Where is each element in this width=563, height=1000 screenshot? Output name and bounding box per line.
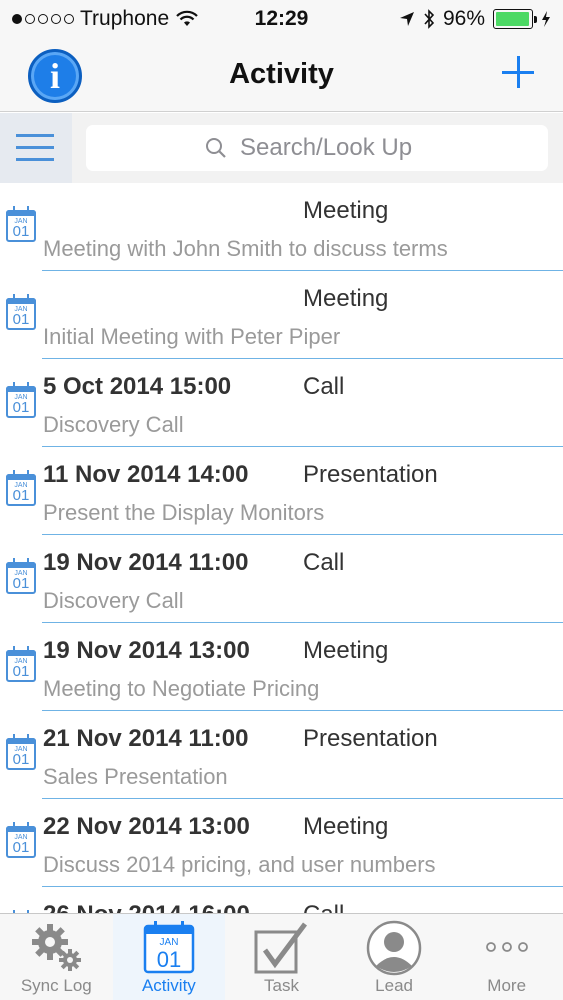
activity-date: 19 Nov 2014 11:00 bbox=[43, 549, 249, 576]
calendar-icon: JAN 01 bbox=[6, 822, 36, 858]
tab-label: Sync Log bbox=[20, 976, 92, 995]
activity-description: Initial Meeting with Peter Piper bbox=[43, 324, 341, 349]
navigation-bar: i Activity bbox=[0, 40, 563, 112]
search-icon bbox=[206, 138, 226, 158]
more-dots-icon bbox=[485, 942, 528, 952]
list-item[interactable]: JAN 01 19 Nov 2014 13:00 Meeting Meeting … bbox=[0, 623, 563, 711]
calendar-icon: JAN 01 bbox=[6, 470, 36, 506]
list-item[interactable]: JAN 01 11 Nov 2014 14:00 Presentation Pre… bbox=[0, 447, 563, 535]
list-item[interactable]: JAN 01 21 Nov 2014 11:00 Presentation Sal… bbox=[0, 711, 563, 799]
add-activity-button[interactable] bbox=[499, 52, 539, 92]
tab-sync-log[interactable]: Sync Log bbox=[0, 914, 113, 1000]
list-item[interactable]: JAN 01 19 Nov 2014 11:00 Call Discovery C… bbox=[0, 535, 563, 623]
activity-date: 21 Nov 2014 11:00 bbox=[43, 725, 249, 752]
search-row bbox=[0, 113, 563, 183]
tab-label: Lead bbox=[375, 976, 413, 995]
activity-description: Discuss 2014 pricing, and user numbers bbox=[43, 852, 436, 877]
gears-icon bbox=[32, 924, 82, 971]
tab-label: More bbox=[487, 976, 527, 995]
activity-description: Meeting with John Smith to discuss terms bbox=[43, 236, 448, 261]
activity-type: Call bbox=[303, 549, 345, 576]
search-field[interactable] bbox=[86, 125, 548, 171]
activity-type: Meeting bbox=[303, 197, 389, 224]
activity-date: 26 Nov 2014 16:00 bbox=[43, 901, 250, 913]
activity-type: Meeting bbox=[303, 637, 389, 664]
tab-label: Task bbox=[264, 976, 299, 995]
battery-percent: 96% bbox=[442, 7, 485, 30]
activity-type: Meeting bbox=[303, 813, 389, 840]
page-title: Activity bbox=[229, 58, 334, 90]
list-item[interactable]: JAN 01 Meeting Meeting with John Smith to… bbox=[0, 183, 563, 271]
tab-more[interactable]: More bbox=[450, 914, 563, 1000]
calendar-icon: JAN 01 bbox=[6, 646, 36, 682]
calendar-icon: JAN 01 bbox=[6, 558, 36, 594]
list-item[interactable]: JAN 01 Meeting Initial Meeting with Peter… bbox=[0, 271, 563, 359]
tab-lead[interactable]: Lead bbox=[338, 914, 451, 1000]
activity-type: Presentation bbox=[303, 725, 438, 752]
person-icon bbox=[366, 920, 422, 976]
activity-date: 11 Nov 2014 14:00 bbox=[43, 461, 249, 488]
activity-date: 19 Nov 2014 13:00 bbox=[43, 637, 250, 664]
activity-date: 5 Oct 2014 15:00 bbox=[43, 373, 232, 400]
list-item[interactable]: JAN 01 5 Oct 2014 15:00 Call Discovery Ca… bbox=[0, 359, 563, 447]
status-bar: Truphone 12:29 96% bbox=[0, 0, 563, 40]
activity-type: Call bbox=[303, 373, 345, 400]
activity-description: Discovery Call bbox=[43, 588, 184, 613]
activity-type: Call bbox=[303, 901, 344, 913]
location-arrow-icon bbox=[399, 12, 414, 26]
bluetooth-icon bbox=[424, 9, 435, 29]
calendar-icon: JAN 01 bbox=[143, 921, 195, 974]
activity-description: Present the Display Monitors bbox=[43, 500, 325, 525]
tab-label: Activity bbox=[141, 976, 196, 995]
svg-text:01: 01 bbox=[157, 947, 181, 972]
tab-activity[interactable]: JAN 01 Activity bbox=[112, 914, 226, 1000]
menu-button[interactable] bbox=[0, 113, 72, 183]
list-item[interactable]: JAN01 26 Nov 2014 16:00 Call bbox=[0, 887, 563, 913]
search-input[interactable] bbox=[240, 134, 430, 162]
activity-date: 22 Nov 2014 13:00 bbox=[43, 813, 250, 840]
activity-description: Sales Presentation bbox=[43, 764, 228, 789]
activity-list: JAN 01 Meeting Meeting with John Smith to… bbox=[0, 183, 563, 913]
calendar-icon: JAN 01 bbox=[6, 294, 36, 330]
battery-icon bbox=[493, 9, 537, 29]
activity-description: Meeting to Negotiate Pricing bbox=[43, 676, 320, 701]
charging-bolt-icon bbox=[542, 11, 550, 27]
tab-task[interactable]: Task bbox=[225, 914, 338, 1000]
activity-type: Presentation bbox=[303, 461, 438, 488]
activity-description: Discovery Call bbox=[43, 412, 184, 437]
status-right: 96% bbox=[399, 7, 551, 31]
activity-type: Meeting bbox=[303, 285, 389, 312]
checkbox-icon bbox=[254, 922, 308, 974]
tab-bar: Sync Log JAN 01 Activity Task Lead More bbox=[0, 913, 563, 1000]
list-item[interactable]: JAN 01 22 Nov 2014 13:00 Meeting Discuss … bbox=[0, 799, 563, 887]
calendar-icon: JAN 01 bbox=[6, 382, 36, 418]
calendar-icon: JAN 01 bbox=[6, 734, 36, 770]
calendar-icon: JAN 01 bbox=[6, 206, 36, 242]
